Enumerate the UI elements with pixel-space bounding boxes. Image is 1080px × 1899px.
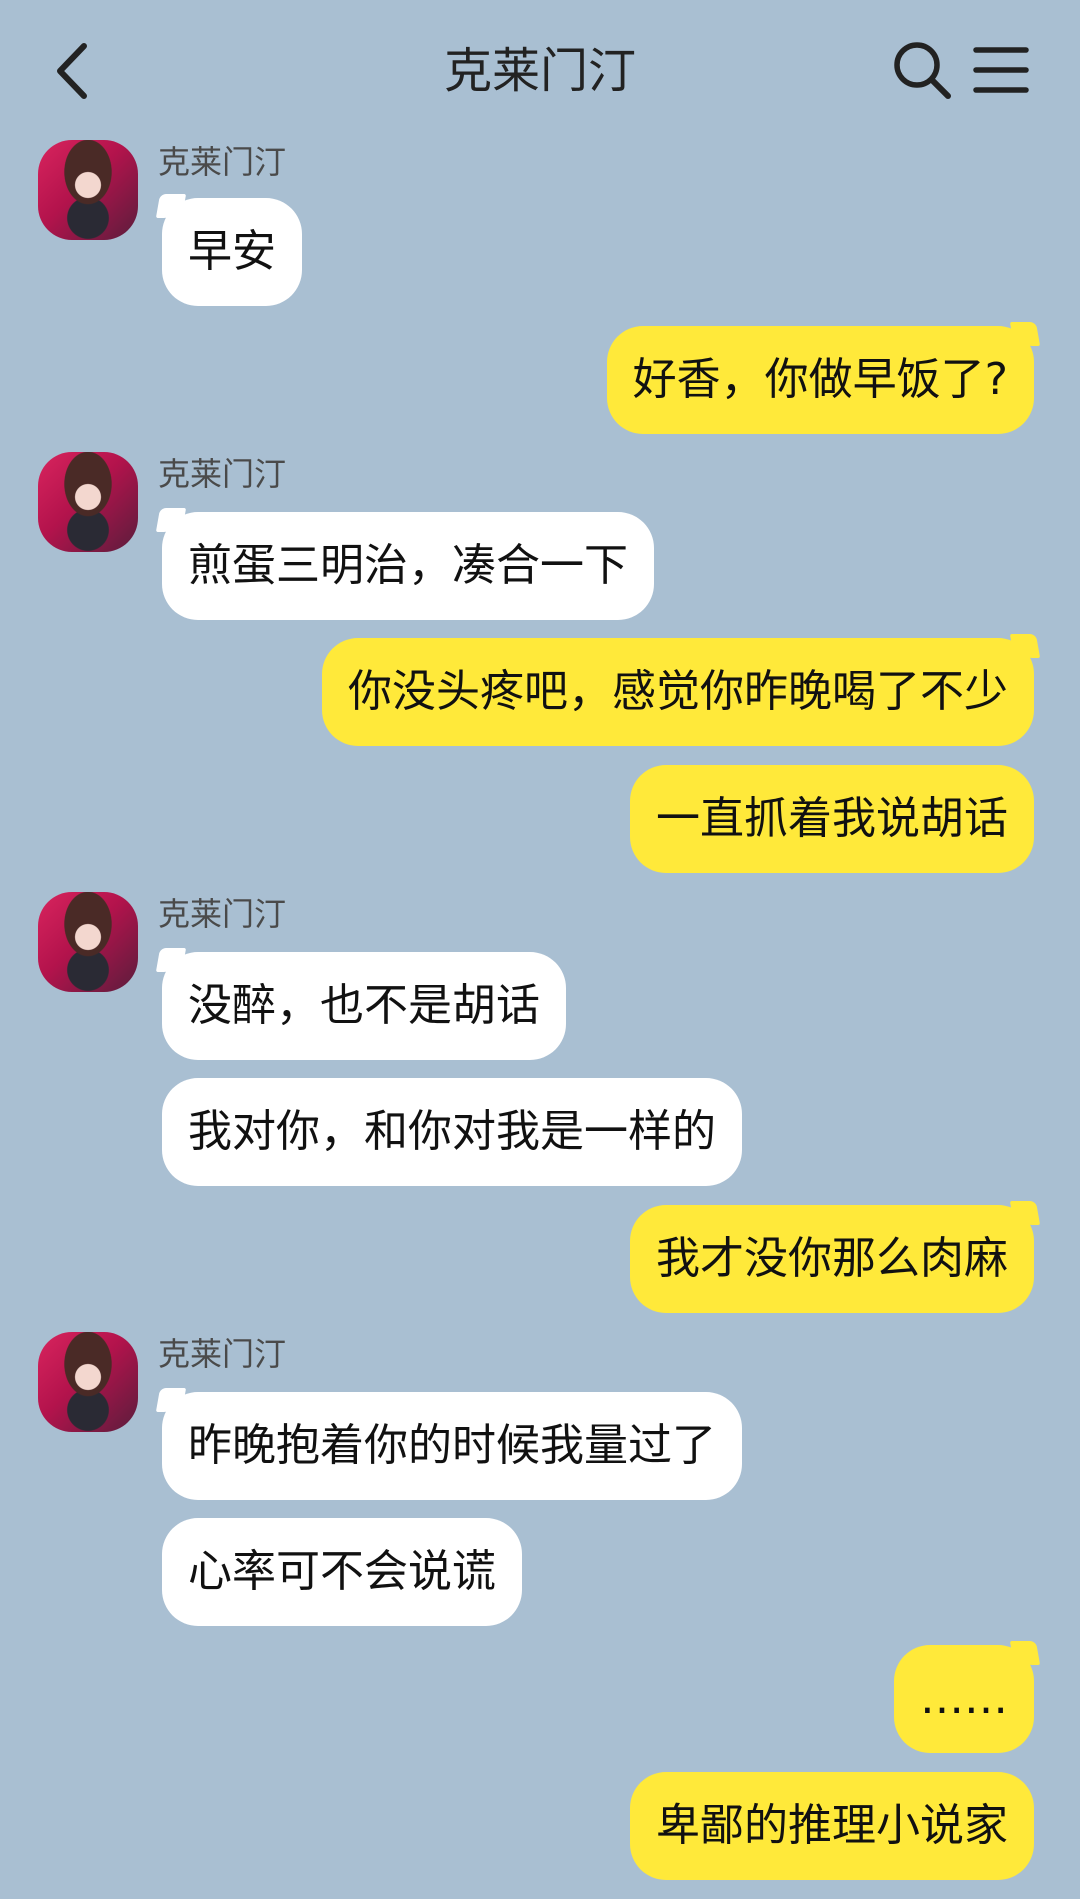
menu-icon (973, 47, 1029, 93)
avatar[interactable] (38, 140, 138, 240)
search-button[interactable] (890, 38, 954, 102)
outgoing-message-bubble[interactable]: 一直抓着我说胡话 (630, 765, 1034, 873)
incoming-message-bubble[interactable]: 没醉，也不是胡话 (162, 952, 566, 1060)
sender-name: 克莱门汀 (158, 143, 287, 181)
sender-name: 克莱门汀 (158, 455, 287, 493)
outgoing-message-bubble[interactable]: 你没头疼吧，感觉你昨晚喝了不少 (322, 638, 1034, 746)
incoming-message-bubble[interactable]: 昨晚抱着你的时候我量过了 (162, 1392, 742, 1500)
chat-screen: 克莱门汀 克莱门汀 早安 好香，你做早饭了? 克莱门汀 煎蛋三明治，凑合一下 你… (0, 0, 1080, 1899)
avatar[interactable] (38, 1332, 138, 1432)
incoming-message-bubble[interactable]: 早安 (162, 198, 302, 306)
incoming-message-bubble[interactable]: 我对你，和你对我是一样的 (162, 1078, 742, 1186)
outgoing-message-bubble[interactable]: 好香，你做早饭了? (606, 326, 1034, 434)
avatar[interactable] (38, 452, 138, 552)
incoming-message-bubble[interactable]: 心率可不会说谎 (162, 1518, 522, 1626)
sender-name: 克莱门汀 (158, 1335, 287, 1373)
menu-button[interactable] (972, 42, 1030, 98)
outgoing-message-bubble[interactable]: …… (894, 1645, 1034, 1753)
search-icon (894, 42, 951, 99)
sender-name: 克莱门汀 (158, 895, 287, 933)
outgoing-message-bubble[interactable]: 卑鄙的推理小说家 (630, 1772, 1034, 1880)
outgoing-message-bubble[interactable]: 我才没你那么肉麻 (630, 1205, 1034, 1313)
incoming-message-bubble[interactable]: 煎蛋三明治，凑合一下 (162, 512, 654, 620)
chat-header: 克莱门汀 (0, 0, 1080, 140)
avatar[interactable] (38, 892, 138, 992)
